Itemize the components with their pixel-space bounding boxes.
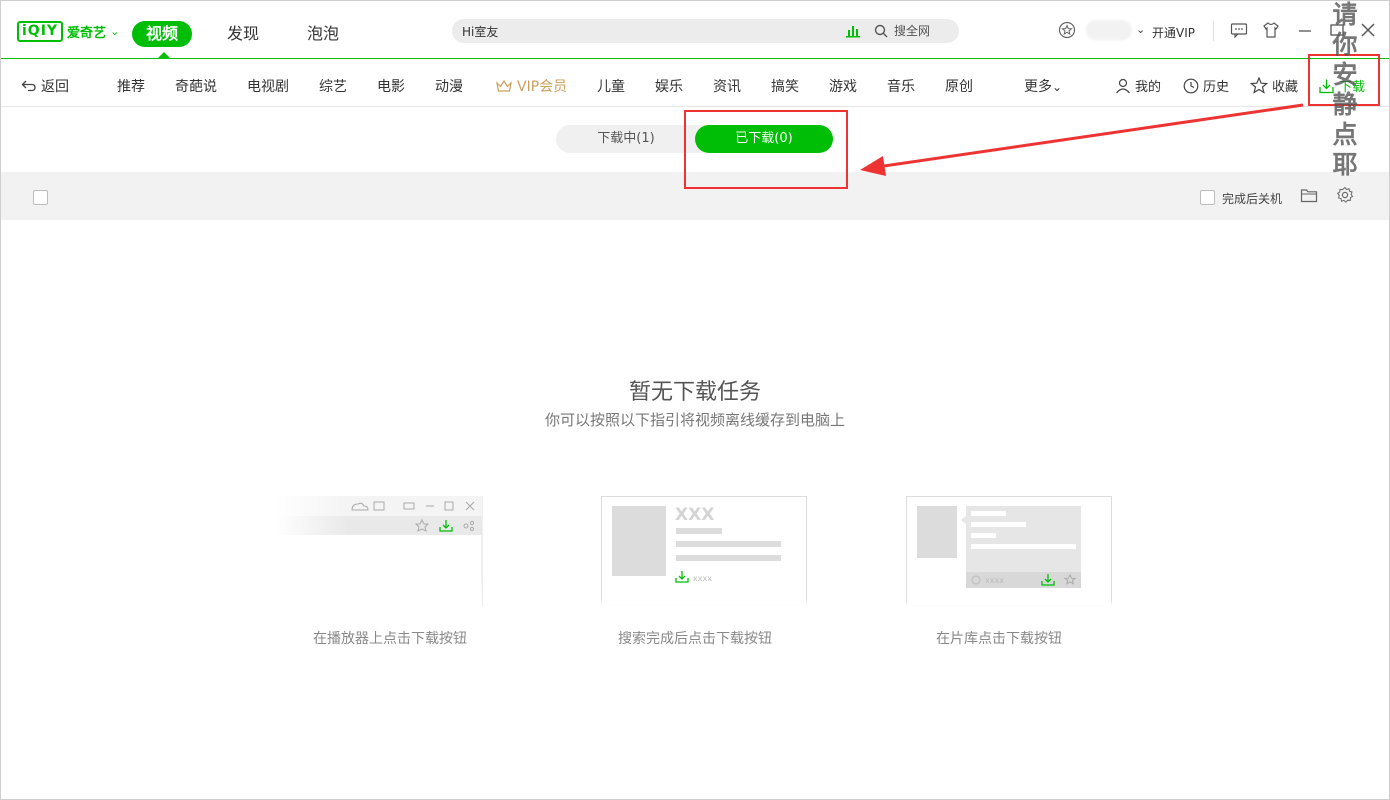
- nav-mine-label: 我的: [1135, 76, 1161, 95]
- nav-item-movie[interactable]: 电影: [377, 76, 405, 96]
- back-label: 返回: [41, 76, 69, 96]
- guide-caption-library: 在片库点击下载按钮: [869, 628, 1129, 648]
- nav-item-original[interactable]: 原创: [945, 76, 973, 96]
- annotation-arrow: [855, 100, 1310, 180]
- tab-discover[interactable]: 发现: [213, 21, 273, 47]
- user-icon: [1115, 78, 1131, 94]
- open-vip-button[interactable]: 开通VIP: [1152, 24, 1195, 41]
- crown-icon: [495, 79, 513, 93]
- nav-item-more[interactable]: 更多⌄: [1024, 76, 1062, 96]
- nav-mine[interactable]: 我的: [1115, 76, 1161, 95]
- search-button[interactable]: 搜全网: [874, 22, 930, 39]
- minimize-icon[interactable]: [1296, 21, 1314, 39]
- divider: [1213, 21, 1214, 41]
- placeholder-title: XXX: [675, 505, 714, 525]
- search-input[interactable]: [462, 23, 832, 39]
- empty-title: 暂无下载任务: [0, 374, 1390, 406]
- logo-mark: iQIY: [17, 21, 63, 42]
- watermark-text: 请你安静点耶: [1330, 0, 1360, 180]
- tab-bubble[interactable]: 泡泡: [293, 21, 353, 47]
- nav-favorites[interactable]: 收藏: [1250, 76, 1298, 95]
- search-bar: 搜全网: [452, 19, 959, 43]
- nav-history-label: 历史: [1203, 76, 1229, 95]
- search-guide-illustration: XXX xxxx: [601, 496, 811, 606]
- library-guide-illustration: xxxx: [906, 496, 1116, 606]
- logo-text: 爱奇艺: [67, 22, 106, 41]
- nav-item-qipashuo[interactable]: 奇葩说: [175, 76, 217, 96]
- clock-icon: [1183, 78, 1199, 94]
- message-icon[interactable]: [1230, 21, 1248, 39]
- logo[interactable]: iQIY 爱奇艺 ⌄: [17, 21, 119, 42]
- annotation-box-downloaded-tab: [684, 110, 848, 189]
- back-arrow-icon: [21, 79, 37, 93]
- nav-item-tv[interactable]: 电视剧: [247, 76, 289, 96]
- shutdown-label: 完成后关机: [1222, 190, 1282, 207]
- nav-item-vip-label: VIP会员: [517, 76, 567, 96]
- tab-downloading[interactable]: 下载中(1): [566, 125, 686, 153]
- nav-item-news[interactable]: 资讯: [713, 76, 741, 96]
- player-guide-illustration: [276, 496, 486, 606]
- nav-item-music[interactable]: 音乐: [887, 76, 915, 96]
- empty-subtitle: 你可以按照以下指引将视频离线缓存到电脑上: [0, 409, 1390, 430]
- search-button-label: 搜全网: [894, 22, 930, 39]
- star-icon: [1250, 77, 1268, 94]
- placeholder-small: xxxx: [985, 576, 1004, 585]
- search-icon: [874, 24, 888, 38]
- select-all-checkbox[interactable]: [33, 190, 48, 205]
- tab-video[interactable]: 视频: [132, 21, 192, 47]
- skin-icon[interactable]: [1262, 21, 1280, 39]
- chevron-down-icon: ⌄: [1052, 80, 1062, 94]
- hot-chart-icon[interactable]: [846, 24, 860, 38]
- nav-history[interactable]: 历史: [1183, 76, 1229, 95]
- active-tab-indicator: [158, 52, 170, 58]
- title-bar: iQIY 爱奇艺 ⌄ 视频 发现 泡泡 搜全网 ⌄ 开通VIP: [1, 1, 1389, 59]
- guide-caption-search: 搜索完成后点击下载按钮: [565, 628, 825, 648]
- guide-caption-player: 在播放器上点击下载按钮: [260, 628, 520, 648]
- nav-item-vip[interactable]: VIP会员: [495, 76, 567, 96]
- folder-icon[interactable]: [1300, 187, 1318, 203]
- close-icon[interactable]: [1359, 21, 1377, 39]
- nav-favorites-label: 收藏: [1272, 76, 1298, 95]
- shutdown-checkbox[interactable]: [1200, 190, 1215, 205]
- nav-item-kids[interactable]: 儿童: [597, 76, 625, 96]
- gear-icon[interactable]: [1336, 186, 1354, 204]
- star-badge-icon[interactable]: [1058, 21, 1076, 39]
- chevron-down-icon: ⌄: [110, 25, 119, 38]
- chevron-down-icon[interactable]: ⌄: [1136, 23, 1145, 36]
- back-button[interactable]: 返回: [21, 76, 69, 96]
- nav-item-variety[interactable]: 综艺: [319, 76, 347, 96]
- nav-item-funny[interactable]: 搞笑: [771, 76, 799, 96]
- nav-item-recommend[interactable]: 推荐: [117, 76, 145, 96]
- nav-item-games[interactable]: 游戏: [829, 76, 857, 96]
- nav-item-entertainment[interactable]: 娱乐: [655, 76, 683, 96]
- nav-item-anime[interactable]: 动漫: [435, 76, 463, 96]
- avatar[interactable]: [1086, 20, 1132, 40]
- nav-item-more-label: 更多: [1024, 79, 1052, 95]
